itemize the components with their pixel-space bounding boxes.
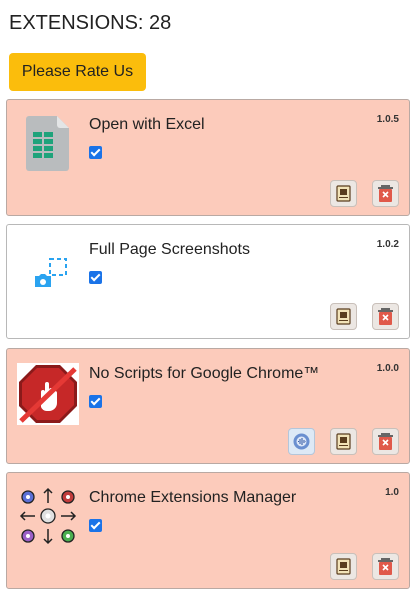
extension-version: 1.0.2 bbox=[376, 239, 399, 250]
extension-version: 1.0 bbox=[385, 487, 399, 498]
details-scroll-icon bbox=[336, 433, 351, 450]
remove-button[interactable] bbox=[372, 428, 399, 455]
remove-button[interactable] bbox=[372, 553, 399, 580]
details-button[interactable] bbox=[330, 180, 357, 207]
delete-trash-icon bbox=[378, 185, 393, 202]
stop-hand-icon bbox=[17, 363, 79, 425]
delete-trash-icon bbox=[378, 558, 393, 575]
enable-checkbox[interactable] bbox=[89, 271, 102, 284]
enable-checkbox[interactable] bbox=[89, 395, 102, 408]
extension-name: No Scripts for Google Chrome™ bbox=[89, 365, 320, 382]
excel-doc-icon bbox=[19, 112, 79, 174]
enable-checkbox[interactable] bbox=[89, 519, 102, 532]
extensions-popup: EXTENSIONS: 28 Please Rate Us Open with … bbox=[0, 0, 418, 594]
details-button[interactable] bbox=[330, 428, 357, 455]
details-scroll-icon bbox=[336, 185, 351, 202]
details-button[interactable] bbox=[330, 303, 357, 330]
extension-version: 1.0.0 bbox=[376, 363, 399, 374]
extension-version: 1.0.5 bbox=[376, 114, 399, 125]
extension-card-full-page-screenshots: Full Page Screenshots 1.0.2 bbox=[6, 224, 410, 339]
options-icon bbox=[293, 433, 310, 450]
details-scroll-icon bbox=[336, 558, 351, 575]
details-button[interactable] bbox=[330, 553, 357, 580]
extension-card-chrome-extensions-manager: Chrome Extensions Manager 1.0 bbox=[6, 472, 410, 589]
delete-trash-icon bbox=[378, 433, 393, 450]
remove-button[interactable] bbox=[372, 180, 399, 207]
details-scroll-icon bbox=[336, 308, 351, 325]
rate-us-button[interactable]: Please Rate Us bbox=[9, 53, 146, 91]
options-button[interactable] bbox=[288, 428, 315, 455]
extension-name: Full Page Screenshots bbox=[89, 241, 250, 258]
extension-card-no-scripts: No Scripts for Google Chrome™ 1.0.0 bbox=[6, 348, 410, 464]
delete-trash-icon bbox=[378, 308, 393, 325]
extensions-count-title: EXTENSIONS: 28 bbox=[9, 12, 172, 34]
extension-card-open-with-excel: Open with Excel 1.0.5 bbox=[6, 99, 410, 216]
gears-icon bbox=[17, 485, 77, 547]
extension-name: Open with Excel bbox=[89, 116, 205, 133]
extension-name: Chrome Extensions Manager bbox=[89, 489, 297, 506]
remove-button[interactable] bbox=[372, 303, 399, 330]
screenshot-camera-icon bbox=[19, 237, 79, 299]
enable-checkbox[interactable] bbox=[89, 146, 102, 159]
